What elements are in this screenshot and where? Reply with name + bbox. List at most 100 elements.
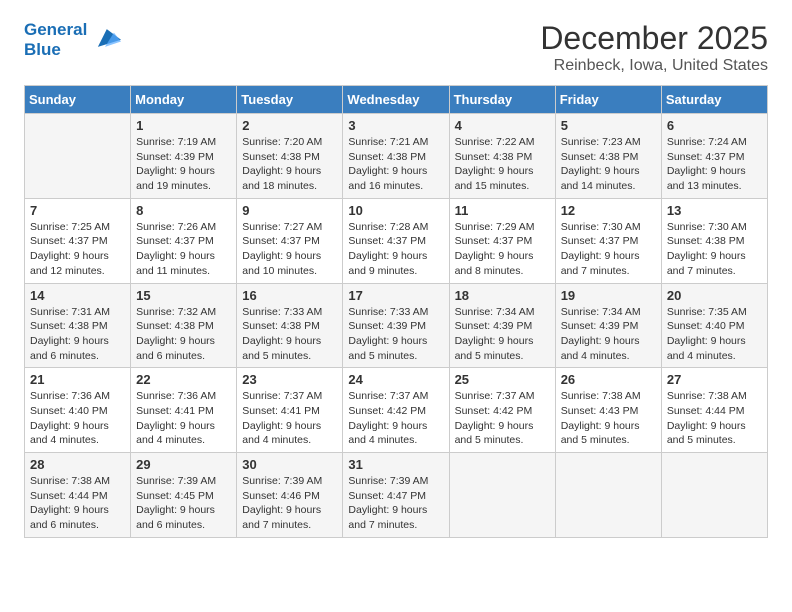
day-number: 28 — [30, 457, 125, 472]
day-number: 12 — [561, 203, 656, 218]
day-number: 20 — [667, 288, 762, 303]
day-number: 6 — [667, 118, 762, 133]
calendar-cell: 29 Sunrise: 7:39 AMSunset: 4:45 PMDayligh… — [131, 453, 237, 538]
logo-line1: General — [24, 20, 87, 40]
calendar-week-row: 1 Sunrise: 7:19 AMSunset: 4:39 PMDaylight… — [25, 114, 768, 199]
day-number: 22 — [136, 372, 231, 387]
logo-icon — [89, 22, 121, 54]
logo-line2: Blue — [24, 40, 87, 60]
day-info: Sunrise: 7:32 AMSunset: 4:38 PMDaylight:… — [136, 305, 231, 364]
day-info: Sunrise: 7:30 AMSunset: 4:38 PMDaylight:… — [667, 220, 762, 279]
calendar-cell: 20 Sunrise: 7:35 AMSunset: 4:40 PMDayligh… — [661, 283, 767, 368]
calendar-cell: 12 Sunrise: 7:30 AMSunset: 4:37 PMDayligh… — [555, 198, 661, 283]
header-tuesday: Tuesday — [237, 86, 343, 114]
calendar-cell: 25 Sunrise: 7:37 AMSunset: 4:42 PMDayligh… — [449, 368, 555, 453]
day-number: 21 — [30, 372, 125, 387]
calendar-cell — [661, 453, 767, 538]
day-info: Sunrise: 7:35 AMSunset: 4:40 PMDaylight:… — [667, 305, 762, 364]
day-number: 9 — [242, 203, 337, 218]
day-number: 13 — [667, 203, 762, 218]
day-number: 4 — [455, 118, 550, 133]
calendar-week-row: 28 Sunrise: 7:38 AMSunset: 4:44 PMDayligh… — [25, 453, 768, 538]
calendar-cell: 1 Sunrise: 7:19 AMSunset: 4:39 PMDaylight… — [131, 114, 237, 199]
header-wednesday: Wednesday — [343, 86, 449, 114]
day-number: 27 — [667, 372, 762, 387]
day-info: Sunrise: 7:28 AMSunset: 4:37 PMDaylight:… — [348, 220, 443, 279]
day-number: 14 — [30, 288, 125, 303]
day-number: 5 — [561, 118, 656, 133]
calendar-week-row: 14 Sunrise: 7:31 AMSunset: 4:38 PMDayligh… — [25, 283, 768, 368]
header-monday: Monday — [131, 86, 237, 114]
calendar-cell: 2 Sunrise: 7:20 AMSunset: 4:38 PMDaylight… — [237, 114, 343, 199]
day-number: 30 — [242, 457, 337, 472]
calendar-cell: 27 Sunrise: 7:38 AMSunset: 4:44 PMDayligh… — [661, 368, 767, 453]
day-info: Sunrise: 7:39 AMSunset: 4:47 PMDaylight:… — [348, 474, 443, 533]
day-number: 8 — [136, 203, 231, 218]
day-info: Sunrise: 7:37 AMSunset: 4:42 PMDaylight:… — [348, 389, 443, 448]
day-info: Sunrise: 7:22 AMSunset: 4:38 PMDaylight:… — [455, 135, 550, 194]
day-number: 19 — [561, 288, 656, 303]
calendar-cell: 23Sunrise: 7:37 AMSunset: 4:41 PMDayligh… — [237, 368, 343, 453]
calendar-cell: 28 Sunrise: 7:38 AMSunset: 4:44 PMDayligh… — [25, 453, 131, 538]
day-number: 2 — [242, 118, 337, 133]
calendar-cell: 21 Sunrise: 7:36 AMSunset: 4:40 PMDayligh… — [25, 368, 131, 453]
calendar-cell: 3 Sunrise: 7:21 AMSunset: 4:38 PMDaylight… — [343, 114, 449, 199]
header-friday: Friday — [555, 86, 661, 114]
header-sunday: Sunday — [25, 86, 131, 114]
calendar-cell: 24 Sunrise: 7:37 AMSunset: 4:42 PMDayligh… — [343, 368, 449, 453]
day-info: Sunrise: 7:38 AMSunset: 4:43 PMDaylight:… — [561, 389, 656, 448]
day-info: Sunrise: 7:30 AMSunset: 4:37 PMDaylight:… — [561, 220, 656, 279]
calendar-table: SundayMondayTuesdayWednesdayThursdayFrid… — [24, 85, 768, 538]
day-info: Sunrise: 7:37 AMSunset: 4:42 PMDaylight:… — [455, 389, 550, 448]
day-info: Sunrise: 7:33 AMSunset: 4:39 PMDaylight:… — [348, 305, 443, 364]
day-number: 10 — [348, 203, 443, 218]
title-block: December 2025 Reinbeck, Iowa, United Sta… — [540, 20, 768, 75]
calendar-week-row: 7Sunrise: 7:25 AMSunset: 4:37 PMDaylight… — [25, 198, 768, 283]
calendar-cell: 4 Sunrise: 7:22 AMSunset: 4:38 PMDaylight… — [449, 114, 555, 199]
day-number: 3 — [348, 118, 443, 133]
day-info: Sunrise: 7:23 AMSunset: 4:38 PMDaylight:… — [561, 135, 656, 194]
day-number: 15 — [136, 288, 231, 303]
page-title: December 2025 — [540, 20, 768, 57]
day-info: Sunrise: 7:34 AMSunset: 4:39 PMDaylight:… — [455, 305, 550, 364]
calendar-cell: 11 Sunrise: 7:29 AMSunset: 4:37 PMDayligh… — [449, 198, 555, 283]
day-info: Sunrise: 7:36 AMSunset: 4:40 PMDaylight:… — [30, 389, 125, 448]
day-number: 25 — [455, 372, 550, 387]
day-info: Sunrise: 7:24 AMSunset: 4:37 PMDaylight:… — [667, 135, 762, 194]
day-info: Sunrise: 7:31 AMSunset: 4:38 PMDaylight:… — [30, 305, 125, 364]
day-number: 18 — [455, 288, 550, 303]
day-info: Sunrise: 7:38 AMSunset: 4:44 PMDaylight:… — [667, 389, 762, 448]
calendar-cell: 15 Sunrise: 7:32 AMSunset: 4:38 PMDayligh… — [131, 283, 237, 368]
page-subtitle: Reinbeck, Iowa, United States — [540, 57, 768, 75]
day-number: 11 — [455, 203, 550, 218]
calendar-cell: 7Sunrise: 7:25 AMSunset: 4:37 PMDaylight… — [25, 198, 131, 283]
calendar-week-row: 21 Sunrise: 7:36 AMSunset: 4:40 PMDayligh… — [25, 368, 768, 453]
day-info: Sunrise: 7:29 AMSunset: 4:37 PMDaylight:… — [455, 220, 550, 279]
day-info: Sunrise: 7:20 AMSunset: 4:38 PMDaylight:… — [242, 135, 337, 194]
calendar-cell: 22 Sunrise: 7:36 AMSunset: 4:41 PMDayligh… — [131, 368, 237, 453]
day-info: Sunrise: 7:19 AMSunset: 4:39 PMDaylight:… — [136, 135, 231, 194]
day-number: 29 — [136, 457, 231, 472]
day-number: 24 — [348, 372, 443, 387]
calendar-cell: 18 Sunrise: 7:34 AMSunset: 4:39 PMDayligh… — [449, 283, 555, 368]
day-info: Sunrise: 7:39 AMSunset: 4:45 PMDaylight:… — [136, 474, 231, 533]
calendar-cell: 19Sunrise: 7:34 AMSunset: 4:39 PMDayligh… — [555, 283, 661, 368]
day-info: Sunrise: 7:39 AMSunset: 4:46 PMDaylight:… — [242, 474, 337, 533]
header-thursday: Thursday — [449, 86, 555, 114]
calendar-cell: 8Sunrise: 7:26 AMSunset: 4:37 PMDaylight… — [131, 198, 237, 283]
day-number: 7 — [30, 203, 125, 218]
calendar-cell: 17Sunrise: 7:33 AMSunset: 4:39 PMDayligh… — [343, 283, 449, 368]
day-info: Sunrise: 7:36 AMSunset: 4:41 PMDaylight:… — [136, 389, 231, 448]
page-header: General Blue December 2025 Reinbeck, Iow… — [24, 20, 768, 75]
day-number: 16 — [242, 288, 337, 303]
day-info: Sunrise: 7:38 AMSunset: 4:44 PMDaylight:… — [30, 474, 125, 533]
calendar-cell: 10 Sunrise: 7:28 AMSunset: 4:37 PMDayligh… — [343, 198, 449, 283]
day-info: Sunrise: 7:27 AMSunset: 4:37 PMDaylight:… — [242, 220, 337, 279]
day-info: Sunrise: 7:21 AMSunset: 4:38 PMDaylight:… — [348, 135, 443, 194]
header-saturday: Saturday — [661, 86, 767, 114]
day-info: Sunrise: 7:33 AMSunset: 4:38 PMDaylight:… — [242, 305, 337, 364]
day-number: 1 — [136, 118, 231, 133]
day-number: 26 — [561, 372, 656, 387]
calendar-cell: 26 Sunrise: 7:38 AMSunset: 4:43 PMDayligh… — [555, 368, 661, 453]
calendar-cell — [25, 114, 131, 199]
